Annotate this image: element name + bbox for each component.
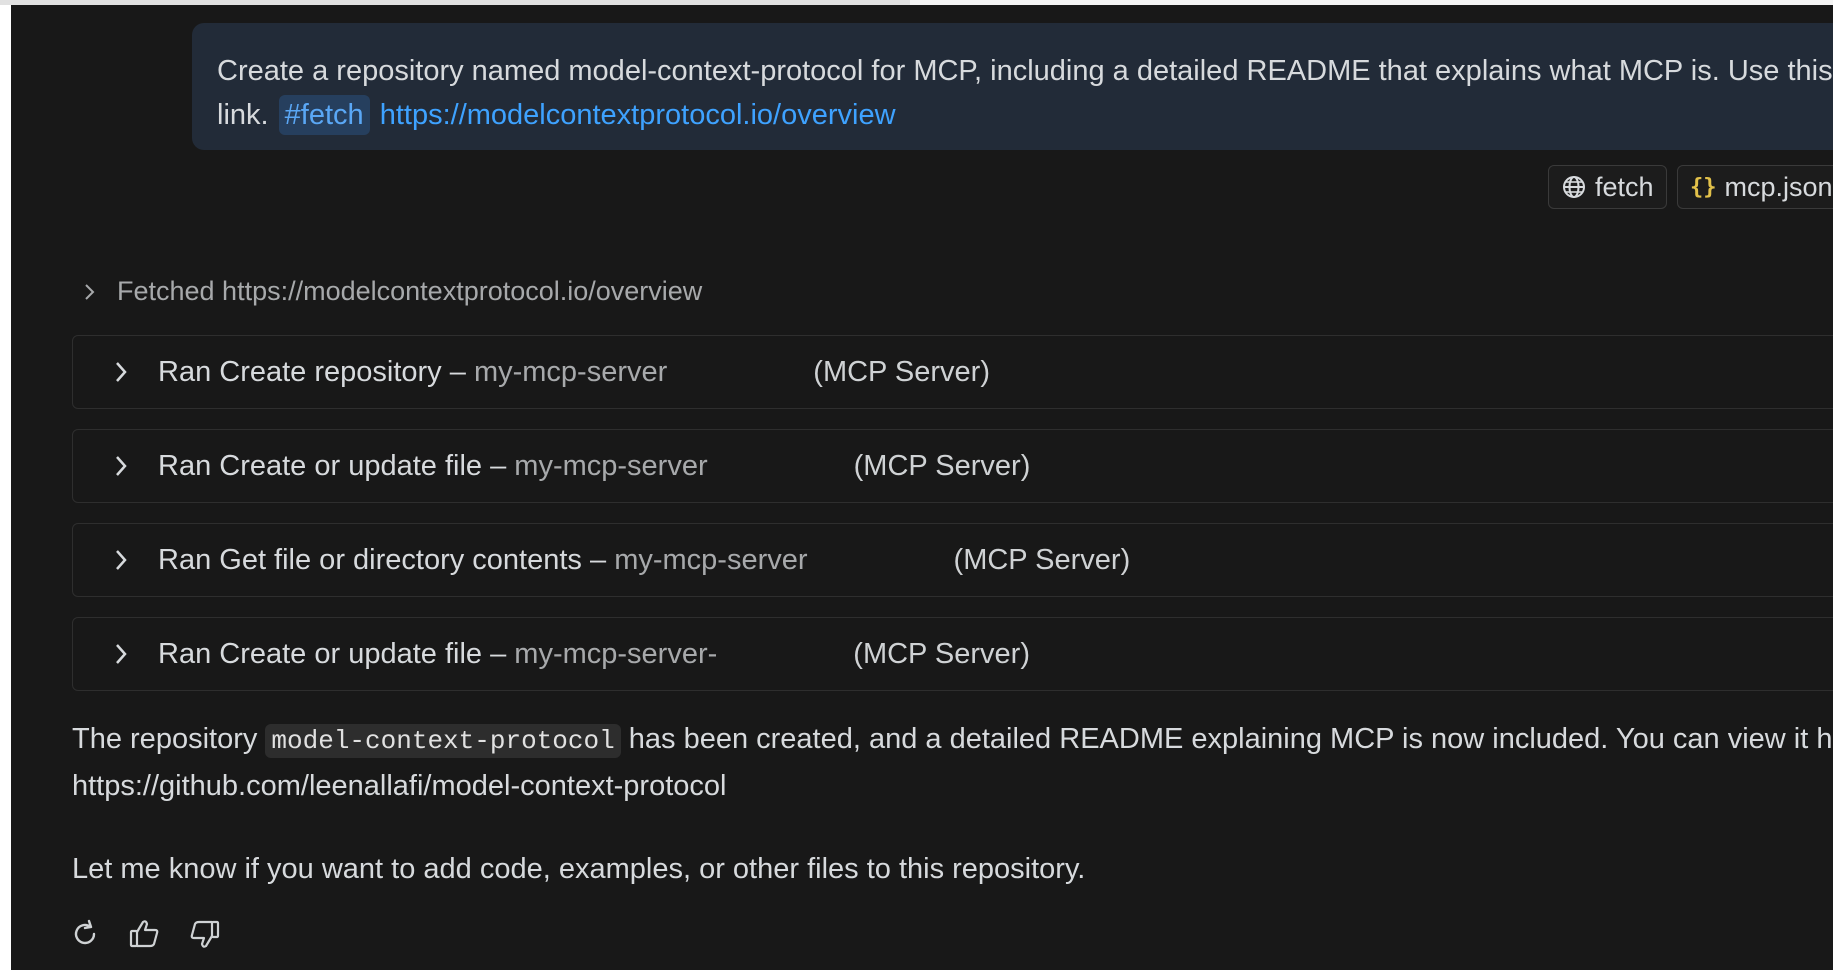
tool-call-row[interactable]: Ran Create or update file – my-mcp-serve…: [72, 617, 1833, 691]
tool-call-action: Ran Create repository: [158, 356, 442, 388]
chat-panel: Create a repository named model-context-…: [11, 5, 1833, 970]
thumbs-up-icon[interactable]: [126, 915, 164, 953]
user-message-link-prefix: link.: [217, 99, 269, 131]
fetched-label: Fetched https://modelcontextprotocol.io/…: [117, 276, 703, 306]
tool-call-separator: –: [589, 544, 607, 576]
tool-call-tag: (MCP Server): [853, 638, 1031, 670]
tool-call-separator: –: [449, 356, 466, 388]
tool-call-server: my-mcp-server-: [514, 638, 718, 670]
reference-chip-label: mcp.json: [1724, 171, 1833, 202]
chevron-right-icon: [113, 452, 129, 480]
tool-call-row[interactable]: Ran Create or update file – my-mcp-serve…: [72, 429, 1833, 503]
reference-chip-mcp-json[interactable]: {} mcp.json: [1677, 165, 1833, 209]
chevron-right-icon: [113, 640, 129, 668]
fetched-step[interactable]: Fetched https://modelcontextprotocol.io/…: [83, 276, 702, 307]
repo-name-code: model-context-protocol: [265, 724, 621, 758]
tool-call-action: Ran Get file or directory contents: [158, 544, 582, 576]
response-text: has been created, and a detailed README …: [628, 723, 1833, 755]
thumbs-down-icon[interactable]: [185, 915, 223, 953]
chevron-right-icon: [113, 358, 129, 386]
repo-link[interactable]: https://github.com/leenallafi/model-cont…: [72, 770, 726, 803]
response-paragraph-1: The repository model-context-protocol ha…: [72, 723, 1833, 758]
tool-call-tag: (MCP Server): [853, 450, 1031, 482]
tool-call-row[interactable]: Ran Get file or directory contents – my-…: [72, 523, 1833, 597]
retry-icon[interactable]: [67, 915, 103, 951]
overview-link[interactable]: https://modelcontextprotocol.io/overview: [380, 99, 896, 131]
user-message-line-1: Create a repository named model-context-…: [217, 55, 1833, 87]
tool-call-label: Ran Get file or directory contents – my-…: [158, 524, 1130, 596]
tool-call-server: my-mcp-server: [614, 544, 808, 576]
tool-call-separator: –: [490, 638, 507, 670]
tool-call-action: Ran Create or update file: [158, 638, 483, 670]
user-message-line-2: link. #fetch https://modelcontextprotoco…: [217, 93, 1833, 137]
chevron-right-icon: [113, 546, 129, 574]
globe-icon: [1561, 174, 1587, 200]
tool-call-separator: –: [490, 450, 507, 482]
tool-call-label: Ran Create or update file – my-mcp-serve…: [158, 430, 1030, 502]
braces-icon: {}: [1690, 174, 1717, 200]
fetch-tag[interactable]: #fetch: [278, 95, 370, 135]
tool-call-label: Ran Create or update file – my-mcp-serve…: [158, 618, 1030, 690]
tool-call-tag: (MCP Server): [953, 544, 1131, 576]
tool-call-server: my-mcp-server: [473, 356, 668, 388]
chevron-right-icon: [83, 281, 97, 303]
tool-call-action: Ran Create or update file: [158, 450, 483, 482]
user-message: Create a repository named model-context-…: [217, 49, 1833, 137]
response-text: The repository: [72, 723, 258, 755]
response-paragraph-2: Let me know if you want to add code, exa…: [72, 853, 1086, 885]
tool-call-label: Ran Create repository – my-mcp-server (MC…: [158, 336, 990, 408]
tool-call-server: my-mcp-server: [514, 450, 708, 482]
reference-chip-label: fetch: [1595, 171, 1654, 202]
tool-call-tag: (MCP Server): [813, 356, 991, 388]
tool-call-row[interactable]: Ran Create repository – my-mcp-server (MC…: [72, 335, 1833, 409]
reference-chip-fetch[interactable]: fetch: [1548, 165, 1667, 209]
